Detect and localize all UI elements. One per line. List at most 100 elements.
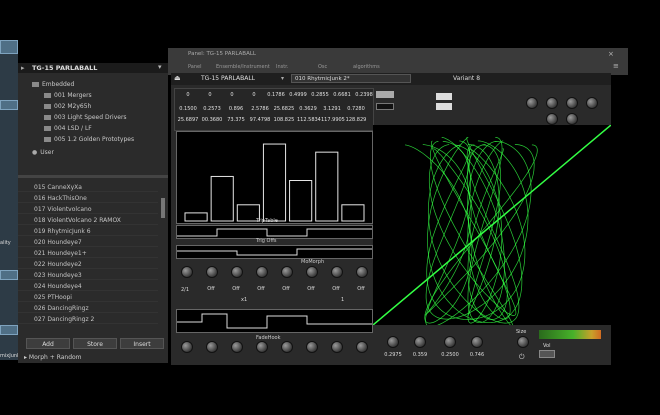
insert-button[interactable]: Insert	[120, 338, 164, 349]
morph-random-toggle[interactable]: ▸ Morph + Random	[24, 354, 82, 361]
parameter-value[interactable]: 97.4798	[249, 117, 271, 123]
mode-button[interactable]	[436, 93, 452, 100]
toggle-off-button[interactable]: Off	[276, 286, 296, 292]
knob[interactable]	[256, 341, 268, 353]
parameter-value[interactable]: 0	[221, 92, 243, 98]
toggle-off-button[interactable]: Off	[301, 286, 321, 292]
knob[interactable]	[206, 266, 218, 278]
parameter-value[interactable]: 117.9905	[321, 117, 345, 123]
strip-block[interactable]	[0, 40, 18, 54]
patch-list-item[interactable]: 016 HackThisOne	[18, 194, 158, 203]
toggle-off-button[interactable]: Off	[201, 286, 221, 292]
strip-block[interactable]	[0, 100, 18, 110]
tree-item[interactable]: 001 Mergers	[44, 91, 92, 100]
knob[interactable]	[586, 97, 598, 109]
parameter-value[interactable]: 0.4999	[287, 92, 309, 98]
patch-list-item[interactable]: 019 RhytmicJunk 6	[18, 227, 158, 236]
patch-list-item[interactable]: 023 Houndeye3	[18, 271, 158, 280]
parameter-value[interactable]: 0.6681	[331, 92, 353, 98]
toggle-off-button[interactable]: Off	[351, 286, 371, 292]
patch-list-item[interactable]: 015 CanneXyXa	[18, 183, 158, 192]
menu-icon[interactable]: ≡	[613, 62, 619, 70]
chart-bar[interactable]	[289, 180, 313, 222]
parameter-value[interactable]: 0	[177, 92, 199, 98]
patch-list-item[interactable]: 022 Houndeye2	[18, 260, 158, 269]
chart-bar[interactable]	[184, 212, 208, 222]
knob[interactable]	[566, 97, 578, 109]
step-bar-display[interactable]	[176, 131, 373, 224]
breadcrumb-item[interactable]: Ensemble/Instrument	[216, 64, 270, 70]
knob[interactable]	[306, 266, 318, 278]
knob[interactable]	[206, 341, 218, 353]
parameter-value[interactable]: 0.3629	[297, 106, 319, 112]
store-button[interactable]: Store	[73, 338, 117, 349]
vol-button[interactable]	[539, 350, 555, 358]
parameter-value[interactable]: 25.6897	[177, 117, 199, 123]
strip-block[interactable]	[0, 270, 18, 280]
power-icon[interactable]: ⏻	[519, 353, 525, 362]
chevron-down-icon[interactable]: ▾	[158, 63, 162, 71]
parameter-value[interactable]: 0	[199, 92, 221, 98]
patch-list-item[interactable]: 026 DancingRingz	[18, 304, 158, 313]
oscilloscope-display[interactable]	[372, 124, 612, 328]
parameter-value[interactable]: 0.2398	[353, 92, 375, 98]
step-lane[interactable]	[176, 309, 373, 333]
knob[interactable]	[566, 113, 578, 125]
knob[interactable]	[256, 266, 268, 278]
preset-selector[interactable]: 010 RhytmicJunk 2*	[291, 74, 411, 83]
breadcrumb-item[interactable]: algorithms	[353, 64, 380, 70]
parameter-value[interactable]: 2.5786	[249, 106, 271, 112]
parameter-value[interactable]: 3.1291	[321, 106, 343, 112]
collapse-icon[interactable]: ▸	[21, 64, 25, 72]
knob[interactable]	[414, 336, 426, 348]
mode-button[interactable]	[376, 103, 394, 110]
parameter-value[interactable]: 0	[243, 92, 265, 98]
parameter-value[interactable]: 0.7280	[345, 106, 367, 112]
knob[interactable]	[231, 341, 243, 353]
patch-list-item[interactable]: 018 ViolentVolcano 2 RAMOX	[18, 216, 158, 225]
patch-list-item[interactable]: 017 Violentvolcano	[18, 205, 158, 214]
trig-lane[interactable]	[176, 225, 373, 239]
strip-block[interactable]	[0, 325, 18, 335]
knob[interactable]	[231, 266, 243, 278]
knob[interactable]	[306, 341, 318, 353]
knob[interactable]	[526, 97, 538, 109]
chart-bar[interactable]	[315, 151, 339, 222]
chart-bar[interactable]	[210, 175, 234, 222]
chart-bar[interactable]	[262, 143, 287, 222]
close-icon[interactable]: ×	[608, 50, 614, 58]
knob[interactable]	[331, 266, 343, 278]
knob[interactable]	[546, 97, 558, 109]
knob[interactable]	[181, 341, 193, 353]
knob[interactable]	[281, 341, 293, 353]
size-knob[interactable]	[517, 336, 529, 348]
tree-item[interactable]: 004 LSD / LF	[44, 124, 92, 133]
parameter-value[interactable]: 73.375	[225, 117, 247, 123]
mode-button[interactable]	[436, 103, 452, 110]
mode-button[interactable]	[376, 91, 394, 98]
trig-lane[interactable]	[176, 245, 373, 259]
tree-item[interactable]: 005 1.2 Golden Prototypes	[44, 135, 134, 144]
patch-list-item[interactable]: 021 Houndeye1+	[18, 249, 158, 258]
patch-list-item[interactable]: 020 Houndeye7	[18, 238, 158, 247]
parameter-value[interactable]: 0.896	[225, 106, 247, 112]
parameter-value[interactable]: 128.829	[345, 117, 367, 123]
scrollbar-thumb[interactable]	[161, 198, 165, 218]
toggle-off-button[interactable]: Off	[251, 286, 271, 292]
knob[interactable]	[546, 113, 558, 125]
parameter-value[interactable]: 0.2855	[309, 92, 331, 98]
tree-item-embedded[interactable]: Embedded	[32, 80, 74, 89]
knob[interactable]	[281, 266, 293, 278]
knob[interactable]	[356, 266, 368, 278]
breadcrumb-item[interactable]: Panel	[188, 64, 202, 70]
chart-bar[interactable]	[341, 204, 365, 222]
knob[interactable]	[444, 336, 456, 348]
knob[interactable]	[387, 336, 399, 348]
parameter-value[interactable]: 00.3680	[201, 117, 223, 123]
knob[interactable]	[181, 266, 193, 278]
add-button[interactable]: Add	[26, 338, 70, 349]
tree-item[interactable]: 002 M2y65h	[44, 102, 91, 111]
patch-list-item[interactable]: 024 Houndeye4	[18, 282, 158, 291]
toggle-off-button[interactable]: Off	[226, 286, 246, 292]
eject-icon[interactable]: ⏏	[174, 74, 181, 82]
